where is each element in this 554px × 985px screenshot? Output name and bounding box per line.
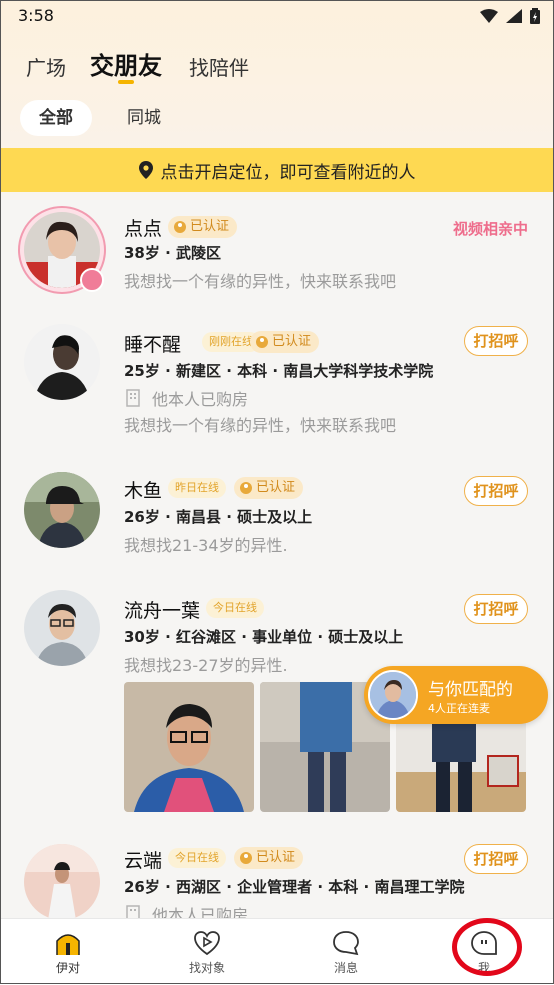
user-name: 流舟一葉 (124, 600, 201, 622)
greet-button[interactable]: 打招呼 (464, 594, 528, 624)
home-icon (56, 934, 80, 955)
location-banner-text: 点击开启定位，即可查看附近的人 (160, 162, 416, 183)
location-banner[interactable]: 点击开启定位，即可查看附近的人 (0, 148, 554, 192)
annotation-circle (452, 918, 522, 976)
filter-all[interactable]: 全部 (20, 100, 92, 136)
verified-icon (174, 221, 186, 233)
user-card[interactable]: 点点 已认证 38岁 · 武陵区 我想找一个有缘的异性，快来联系我吧 视频相亲中 (0, 192, 554, 308)
avatar[interactable] (24, 472, 100, 548)
avatar-photo (24, 324, 100, 400)
user-card[interactable]: 木鱼 昨日在线 已认证 26岁 · 南昌县 · 硕士及以上 我想找21-34岁的… (0, 456, 554, 576)
signal-icon (506, 9, 522, 23)
tab-plaza[interactable]: 广场 (26, 52, 66, 81)
verified-icon (240, 482, 252, 494)
user-card[interactable]: 睡不醒 刚刚在线 已认证 25岁 · 新建区 · 本科 · 南昌大学科学技术学院… (0, 308, 554, 456)
avatar-photo (24, 590, 100, 666)
greet-button[interactable]: 打招呼 (464, 844, 528, 874)
avatar[interactable] (24, 324, 100, 400)
user-list: 点点 已认证 38岁 · 武陵区 我想找一个有缘的异性，快来联系我吧 视频相亲中… (0, 192, 554, 918)
nav-label: 找对象 (188, 961, 225, 975)
verified-badge: 已认证 (168, 216, 238, 238)
user-bio: 我想找21-34岁的异性. (124, 536, 288, 555)
chat-bubble-icon (333, 931, 359, 956)
match-subtitle: 4人正在连麦 (428, 702, 490, 715)
nav-item-home[interactable]: 伊对 (18, 919, 118, 985)
online-status-badge: 昨日在线 (168, 478, 226, 498)
user-info: 38岁 · 武陵区 (124, 244, 222, 262)
user-info: 30岁 · 红谷滩区 · 事业单位 · 硕士及以上 (124, 628, 404, 646)
user-info: 26岁 · 南昌县 · 硕士及以上 (124, 508, 313, 526)
live-audio-icon (80, 268, 104, 292)
user-card[interactable]: 云端 今日在线 已认证 26岁 · 西湖区 · 企业管理者 · 本科 · 南昌理… (0, 826, 554, 918)
user-info: 25岁 · 新建区 · 本科 · 南昌大学科学技术学院 (124, 362, 434, 380)
gallery-photo[interactable] (124, 682, 254, 812)
top-tabs: 广场 交朋友 找陪伴 (0, 44, 554, 88)
status-time: 3:58 (18, 6, 54, 25)
user-name: 点点 (124, 218, 163, 240)
active-tab-indicator (118, 80, 134, 84)
match-title: 与你匹配的 (428, 680, 513, 700)
verified-badge: 已认证 (234, 847, 304, 869)
nav-label: 消息 (333, 961, 358, 975)
user-bio: 我想找一个有缘的异性，快来联系我吧 (124, 272, 397, 291)
verified-icon (256, 336, 268, 348)
house-owned-row: 他本人已购房 (124, 902, 248, 918)
online-status-badge: 今日在线 (206, 598, 264, 618)
match-avatar (368, 670, 418, 720)
building-icon (126, 389, 140, 407)
tab-make-friends[interactable]: 交朋友 (90, 46, 162, 81)
battery-icon (530, 8, 540, 24)
location-pin-icon (138, 161, 153, 179)
avatar-photo (24, 472, 100, 548)
greet-button[interactable]: 打招呼 (464, 326, 528, 356)
nav-item-messages[interactable]: 消息 (296, 919, 396, 985)
verified-icon (240, 852, 252, 864)
verified-badge: 已认证 (234, 477, 304, 499)
heart-play-icon (194, 931, 220, 956)
wifi-icon (480, 9, 498, 23)
verified-badge: 已认证 (250, 331, 320, 353)
user-info: 26岁 · 西湖区 · 企业管理者 · 本科 · 南昌理工学院 (124, 878, 465, 896)
avatar[interactable] (24, 590, 100, 666)
house-owned-text: 他本人已购房 (152, 390, 249, 409)
filter-same-city[interactable]: 同城 (116, 100, 172, 136)
tab-find-companion[interactable]: 找陪伴 (189, 52, 249, 81)
avatar[interactable] (24, 844, 100, 918)
status-icons (480, 8, 540, 24)
online-status-badge: 今日在线 (168, 848, 226, 868)
user-bio: 我想找23-27岁的异性. (124, 656, 288, 675)
nav-item-find-partner[interactable]: 找对象 (157, 919, 257, 985)
house-owned-row: 他本人已购房 (124, 386, 248, 410)
gallery-photo-image (124, 682, 254, 812)
nav-label: 伊对 (55, 961, 80, 975)
avatar-photo (24, 844, 100, 918)
building-icon (126, 905, 140, 918)
user-name: 睡不醒 (124, 334, 182, 356)
house-owned-text: 他本人已购房 (152, 906, 249, 918)
greet-button[interactable]: 打招呼 (464, 476, 528, 506)
match-avatar-photo (370, 672, 416, 718)
user-bio: 我想找一个有缘的异性，快来联系我吧 (124, 416, 397, 435)
user-name: 木鱼 (124, 480, 163, 502)
video-dating-status[interactable]: 视频相亲中 (453, 218, 528, 239)
match-floating-widget[interactable]: 与你匹配的 4人正在连麦 (364, 666, 548, 724)
status-bar: 3:58 (0, 0, 554, 32)
user-name: 云端 (124, 850, 163, 872)
